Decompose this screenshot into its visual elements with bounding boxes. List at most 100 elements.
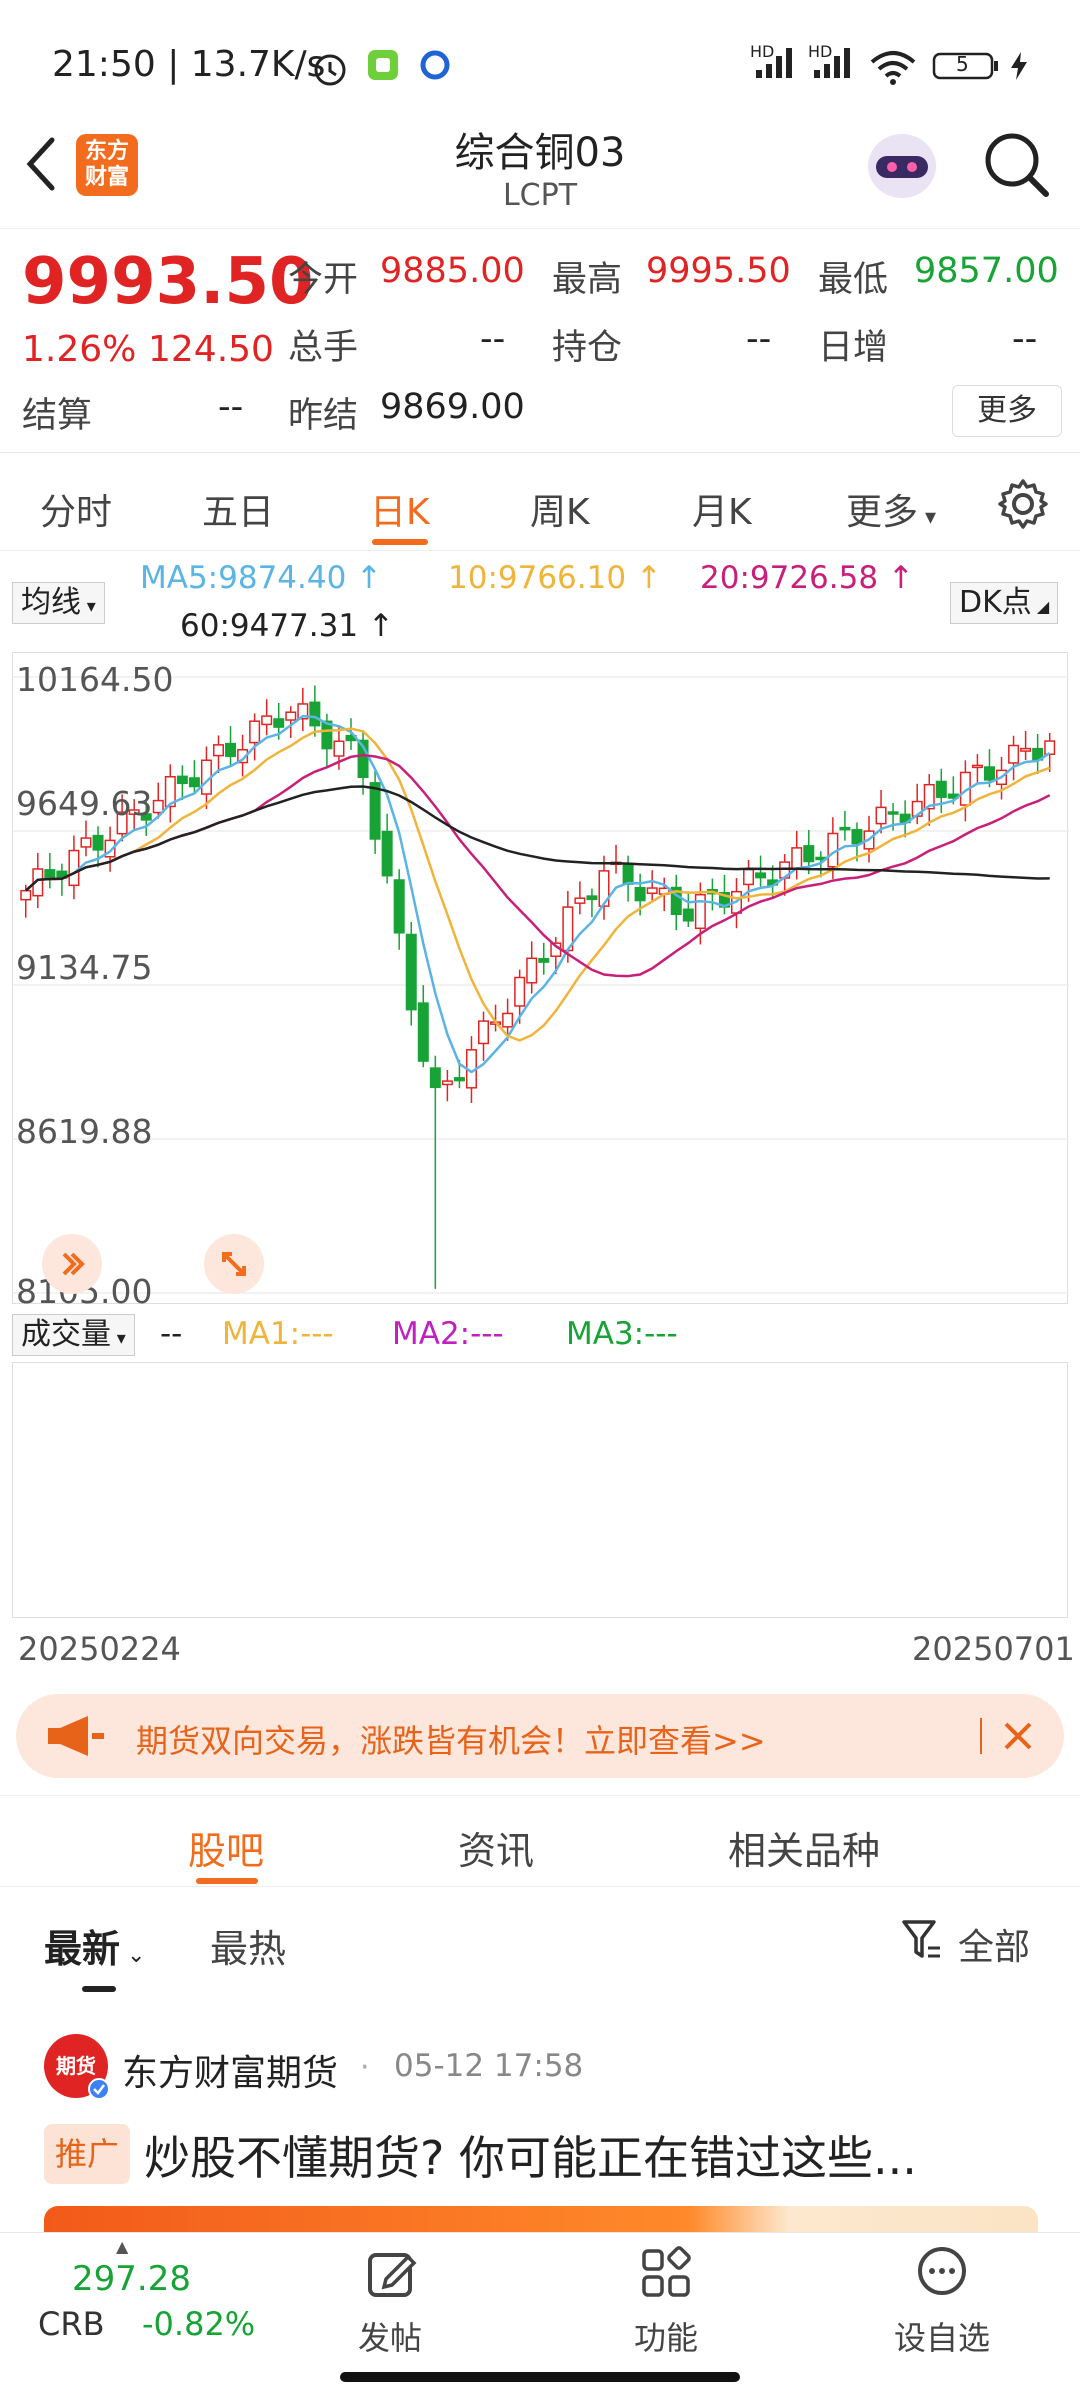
crb-label: CRB [38, 2305, 105, 2343]
back-icon[interactable] [18, 132, 64, 200]
signal-icon: HD [750, 42, 802, 86]
post-title[interactable]: 炒股不懂期货? 你可能正在错过这些... [144, 2122, 917, 2188]
volume-label: 总手 [288, 328, 359, 368]
candle-body [983, 766, 995, 781]
tab-forum[interactable]: 股吧 [188, 1820, 264, 1875]
sort-latest[interactable]: 最新 ⌄ [44, 1918, 145, 1973]
candle-body [429, 1067, 441, 1089]
candle-body [646, 887, 658, 895]
home-indicator [340, 2372, 740, 2382]
settlement-label: 结算 [22, 396, 93, 436]
candle-body [694, 893, 706, 930]
candle-body [935, 780, 947, 798]
contract-code: LCPT [502, 178, 578, 213]
candle-body [417, 1002, 429, 1062]
y-tick-label: 10164.50 [16, 660, 174, 699]
filter-icon[interactable] [900, 1918, 942, 1966]
volume-ma1: MA1:--- [222, 1316, 334, 1352]
daily-increase-label: 日增 [818, 328, 889, 368]
wifi-icon [868, 48, 918, 92]
candle-body [20, 889, 32, 901]
candle-body [405, 933, 417, 1011]
candle-body [1044, 740, 1056, 755]
tab-daily-k[interactable]: 日K [370, 483, 430, 535]
tab-related[interactable]: 相关品种 [728, 1820, 880, 1875]
more-button[interactable]: 更多 [952, 385, 1062, 437]
brand-logo: 东方 财富 [76, 134, 138, 196]
candle-body [514, 976, 526, 1007]
post-author[interactable]: 东方财富期货 [122, 2044, 338, 2096]
y-tick-label: 9134.75 [16, 948, 153, 987]
robot-assistant-icon[interactable] [862, 126, 942, 210]
megaphone-icon [44, 1714, 106, 1762]
settings-gear-icon[interactable] [996, 477, 1050, 535]
ma5-value: MA5:9874.40 ↑ [140, 560, 383, 596]
prev-settlement-value: 9869.00 [380, 387, 525, 427]
tab-weekly-k[interactable]: 周K [530, 483, 590, 535]
ma10-value: 10:9766.10 ↑ [448, 560, 662, 596]
nav-add-watchlist[interactable]: 设自选 [852, 2233, 1032, 2357]
expand-left-icon[interactable] [40, 1232, 104, 1300]
change-percent: 1.26% [22, 329, 137, 370]
separator-dot: · [360, 2050, 370, 2085]
tab-intraday[interactable]: 分时 [40, 483, 112, 535]
kline-chart[interactable] [12, 652, 1069, 1304]
candle-body [586, 895, 598, 901]
nav-post[interactable]: 发帖 [300, 2233, 480, 2357]
sort-latest-underline [82, 1986, 116, 1992]
active-tab-indicator [372, 539, 428, 545]
candle-body [333, 740, 345, 757]
post-image-strip[interactable] [44, 2206, 1038, 2232]
candle-body [381, 830, 393, 877]
candle-body [1020, 747, 1032, 752]
tab-more[interactable]: 更多 ▾ [846, 483, 936, 535]
fullscreen-icon[interactable] [202, 1232, 266, 1300]
candle-body [622, 863, 634, 885]
quote-panel: 9993.50 1.26% 124.50 今开 9885.00 最高 9995.… [0, 228, 1080, 453]
dk-point-selector[interactable]: DK点 ◢ [950, 582, 1059, 624]
candle-body [441, 1080, 453, 1086]
nav-functions[interactable]: 功能 [576, 2233, 756, 2357]
candle-body [453, 1077, 465, 1082]
volume-chart [12, 1362, 1068, 1618]
crb-up-arrow-icon: ▲ [116, 2237, 129, 2256]
candle-body [574, 897, 586, 904]
candle-body [92, 834, 104, 851]
candle-body [212, 744, 224, 757]
status-bar: 21:50 | 13.7K/s HD HD 5 [0, 0, 1080, 120]
tab-monthly-k[interactable]: 月K [692, 483, 752, 535]
compose-icon [364, 2245, 420, 2305]
candle-body [682, 908, 694, 922]
low-label: 最低 [818, 260, 889, 300]
candle-body [188, 777, 200, 788]
ma20-line [24, 753, 1051, 978]
close-icon[interactable] [998, 1716, 1038, 1760]
ma20-value: 20:9726.58 ↑ [700, 560, 914, 596]
sort-hot[interactable]: 最热 [210, 1918, 286, 1973]
search-icon[interactable] [980, 128, 1052, 204]
indicator-selector[interactable]: 均线 ▾ [12, 582, 105, 624]
candle-body [309, 701, 321, 727]
grid-icon [638, 2245, 694, 2305]
content-tabs: 股吧 资讯 相关品种 [0, 1795, 1080, 1887]
volume-selector[interactable]: 成交量 ▾ [12, 1314, 135, 1356]
period-tabs: 分时 五日 日K 周K 月K 更多 ▾ [0, 455, 1080, 551]
volume-value: -- [480, 319, 506, 359]
bottom-nav: ▲ 297.28 CRB -0.82% 发帖 功能 设自选 [0, 2232, 1080, 2357]
nav-add-watchlist-label: 设自选 [893, 2319, 990, 2357]
open-value: 9885.00 [380, 251, 525, 291]
nav-functions-label: 功能 [633, 2319, 698, 2357]
tab-news[interactable]: 资讯 [458, 1820, 534, 1875]
x-start-date: 20250224 [18, 1630, 181, 1668]
crb-value[interactable]: 297.28 [72, 2259, 191, 2299]
y-tick-label: 8619.88 [16, 1112, 153, 1151]
filter-all[interactable]: 全部 [958, 1918, 1030, 1970]
browser-notification-icon [418, 48, 452, 86]
candle-body [791, 847, 803, 870]
candle-body [1008, 744, 1020, 764]
banner-text: 期货双向交易，涨跌皆有机会！立即查看>> [136, 1722, 766, 1760]
candle-body [249, 720, 261, 744]
tab-five-day[interactable]: 五日 [202, 483, 274, 535]
nav-post-label: 发帖 [357, 2319, 422, 2357]
promo-banner[interactable]: 期货双向交易，涨跌皆有机会！立即查看>> [16, 1694, 1064, 1778]
